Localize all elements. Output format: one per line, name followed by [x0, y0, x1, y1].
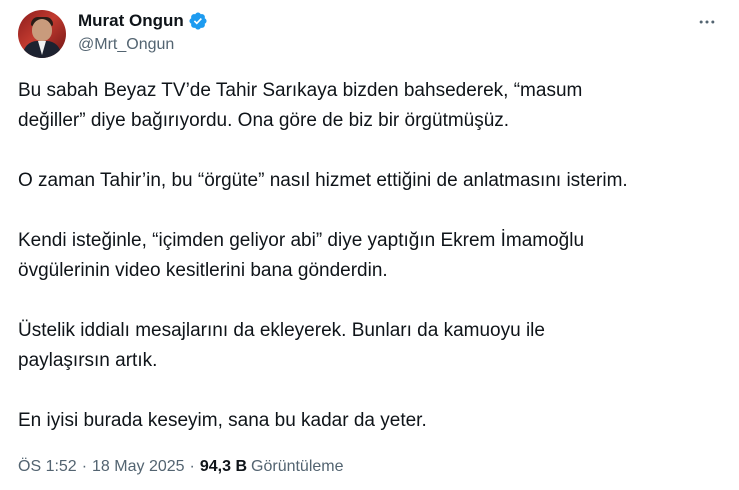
tweet-text: Bu sabah Beyaz TV’de Tahir Sarıkaya bizd… [18, 76, 728, 436]
tweet-line: paylaşırsın artık. [18, 350, 158, 371]
author-handle[interactable]: @Mrt_Ongun [78, 36, 174, 54]
author-display-name[interactable]: Murat Ongun [78, 11, 184, 31]
tweet-line: övgülerinin video kesitlerini bana gönde… [18, 260, 388, 281]
author-name-row: Murat Ongun [78, 11, 208, 31]
tweet-line: En iyisi burada keseyim, sana bu kadar d… [18, 410, 427, 431]
tweet-line: değiller” diye bağırıyordu. Ona göre de … [18, 110, 510, 131]
more-options-icon[interactable] [693, 10, 721, 34]
tweet-paragraph: Kendi isteğinle, “içimden geliyor abi” d… [18, 226, 728, 286]
tweet-line: O zaman Tahir’in, bu “örgüte” nasıl hizm… [18, 170, 628, 191]
meta-separator: · [81, 458, 88, 475]
tweet-time[interactable]: ÖS 1:52 [18, 458, 77, 476]
views-count: 94,3 B [199, 458, 248, 475]
tweet-line: Kendi isteğinle, “içimden geliyor abi” d… [18, 230, 585, 251]
tweet-paragraph: Bu sabah Beyaz TV’de Tahir Sarıkaya bizd… [18, 76, 728, 136]
tweet-line: Üstelik iddialı mesajlarını da ekleyerek… [18, 320, 545, 341]
tweet-date[interactable]: 18 May 2025 [92, 458, 185, 476]
verified-badge-icon[interactable] [188, 11, 208, 31]
tweet-meta: ÖS 1:52 · 18 May 2025 · 94,3 B Görüntüle… [18, 458, 344, 476]
tweet-paragraph: Üstelik iddialı mesajlarını da ekleyerek… [18, 316, 728, 376]
avatar[interactable] [18, 10, 66, 58]
tweet-paragraph: En iyisi burada keseyim, sana bu kadar d… [18, 406, 728, 436]
views-label: Görüntüleme [251, 458, 344, 475]
tweet-line: Bu sabah Beyaz TV’de Tahir Sarıkaya bizd… [18, 80, 583, 101]
tweet-paragraph: O zaman Tahir’in, bu “örgüte” nasıl hizm… [18, 166, 728, 196]
avatar-face [32, 19, 52, 41]
meta-separator: · [189, 458, 195, 475]
